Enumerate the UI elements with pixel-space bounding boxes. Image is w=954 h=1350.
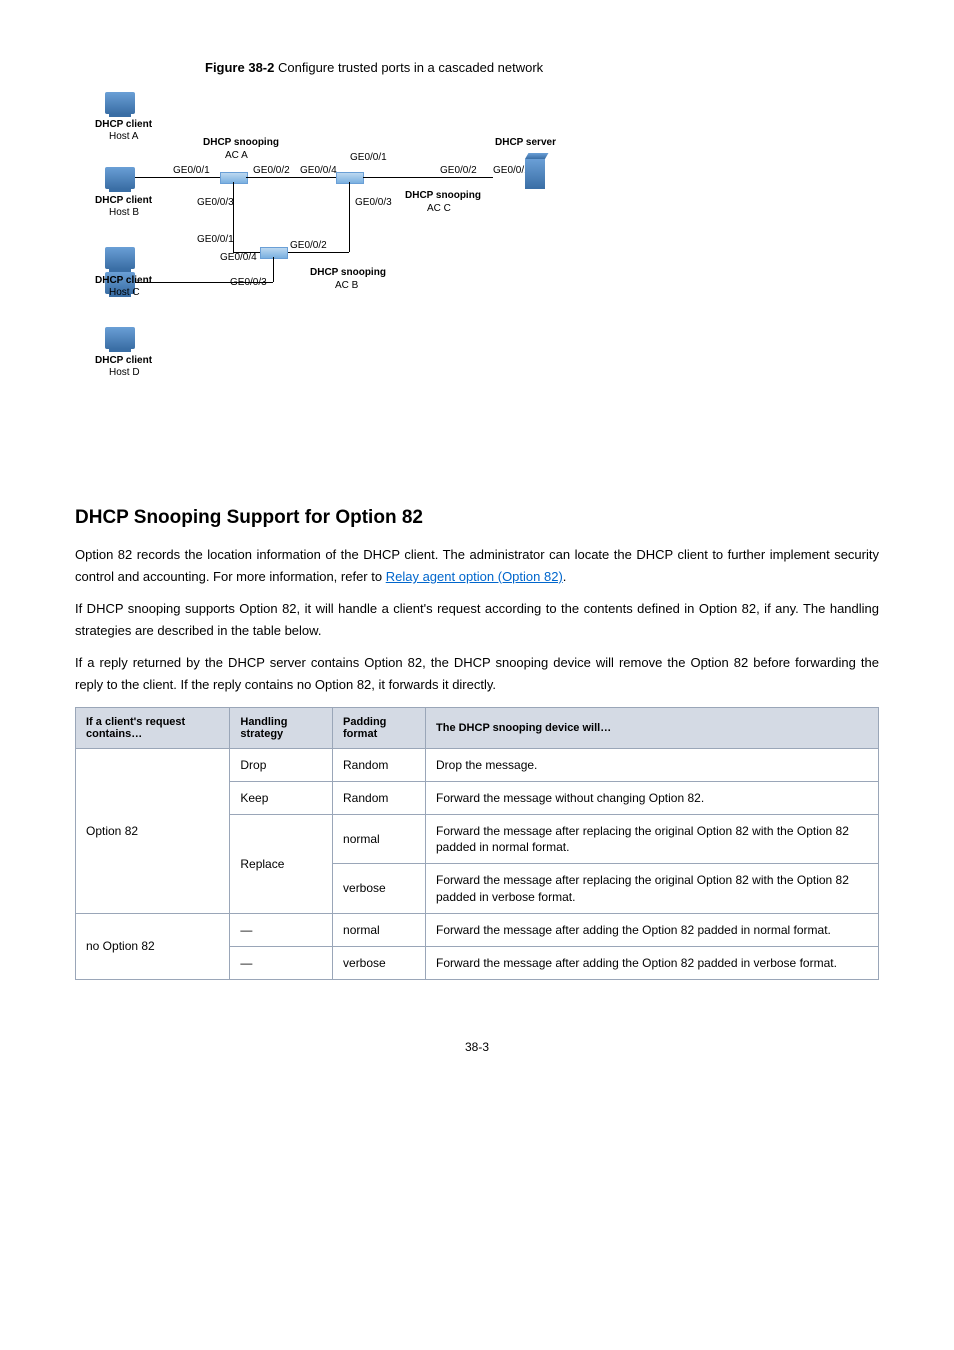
port-ge004-a: GE0/0/4 (300, 165, 337, 177)
th-strategy: Handling strategy (230, 707, 333, 748)
cell-strategy: Keep (230, 781, 333, 814)
cell-padding: verbose (333, 946, 426, 979)
ac-b-icon (260, 247, 288, 259)
cell-option82: Option 82 (76, 748, 230, 913)
port-ge003-c: GE0/0/3 (355, 197, 392, 209)
p1-text-b: . (563, 569, 567, 584)
cell-strategy: — (230, 913, 333, 946)
figure-caption: Configure trusted ports in a cascaded ne… (278, 60, 543, 75)
figure-prefix: Figure 38-2 (205, 60, 274, 75)
host-c-label-1: DHCP client (95, 275, 152, 287)
cell-padding: verbose (333, 864, 426, 913)
host-b-icon (105, 167, 135, 189)
cell-padding: normal (333, 814, 426, 863)
option82-table: If a client's request contains… Handling… (75, 707, 879, 981)
cell-action: Forward the message after replacing the … (426, 814, 879, 863)
port-ge002-bb: GE0/0/2 (290, 240, 327, 252)
dhcp-server-label: DHCP server (495, 137, 556, 149)
dhcp-server-icon (525, 159, 545, 189)
ac-c-label: AC C (427, 203, 451, 215)
th-action: The DHCP snooping device will… (426, 707, 879, 748)
cell-action: Forward the message after adding the Opt… (426, 913, 879, 946)
cell-padding: Random (333, 781, 426, 814)
cell-strategy: Drop (230, 748, 333, 781)
cell-no-option82: no Option 82 (76, 913, 230, 979)
host-a-label-2: Host A (109, 131, 138, 143)
cell-strategy: — (230, 946, 333, 979)
network-diagram: DHCP client Host A DHCP client Host B GE… (95, 87, 655, 467)
port-ge003-a: GE0/0/3 (197, 197, 234, 209)
ac-c-icon (336, 172, 364, 184)
paragraph-3: If a reply returned by the DHCP server c… (75, 652, 879, 696)
host-a-label-1: DHCP client (95, 119, 152, 131)
port-ge001-bb: GE0/0/1 (197, 234, 234, 246)
ac-a-icon (220, 172, 248, 184)
section-title: DHCP Snooping Support for Option 82 (75, 507, 879, 529)
host-b-label-2: Host B (109, 207, 139, 219)
cell-padding: Random (333, 748, 426, 781)
cell-action: Forward the message after adding the Opt… (426, 946, 879, 979)
ac-a-label: AC A (225, 150, 248, 162)
table-row: Option 82 Drop Random Drop the message. (76, 748, 879, 781)
host-a-icon (105, 92, 135, 114)
cell-action: Forward the message without changing Opt… (426, 781, 879, 814)
ac-c-snooping: DHCP snooping (405, 190, 481, 202)
port-ge004-bb: GE0/0/4 (220, 252, 257, 264)
host-d-label-2: Host D (109, 367, 140, 379)
cell-action: Drop the message. (426, 748, 879, 781)
host-d-icon (105, 327, 135, 349)
host-c-label-2: Host C (109, 287, 140, 299)
paragraph-1: Option 82 records the location informati… (75, 544, 879, 588)
ac-a-snooping: DHCP snooping (203, 137, 279, 149)
th-contains: If a client's request contains… (76, 707, 230, 748)
cell-strategy: Replace (230, 814, 333, 913)
cell-action: Forward the message after replacing the … (426, 864, 879, 913)
paragraph-2: If DHCP snooping supports Option 82, it … (75, 598, 879, 642)
host-d-label-1: DHCP client (95, 355, 152, 367)
host-b-label-1: DHCP client (95, 195, 152, 207)
host-c-icon-real (105, 247, 135, 269)
port-ge002-a: GE0/0/2 (253, 165, 290, 177)
ac-b-snooping: DHCP snooping (310, 267, 386, 279)
ac-b-label: AC B (335, 280, 358, 292)
page-number: 38-3 (75, 1040, 879, 1054)
port-ge003-b: GE0/0/3 (230, 277, 267, 289)
cell-padding: normal (333, 913, 426, 946)
th-padding: Padding format (333, 707, 426, 748)
port-ge001-b: GE0/0/1 (350, 152, 387, 164)
port-ge001-a: GE0/0/1 (173, 165, 210, 177)
table-row: no Option 82 — normal Forward the messag… (76, 913, 879, 946)
port-ge002-c: GE0/0/2 (440, 165, 477, 177)
relay-agent-link[interactable]: Relay agent option (Option 82) (386, 569, 563, 584)
